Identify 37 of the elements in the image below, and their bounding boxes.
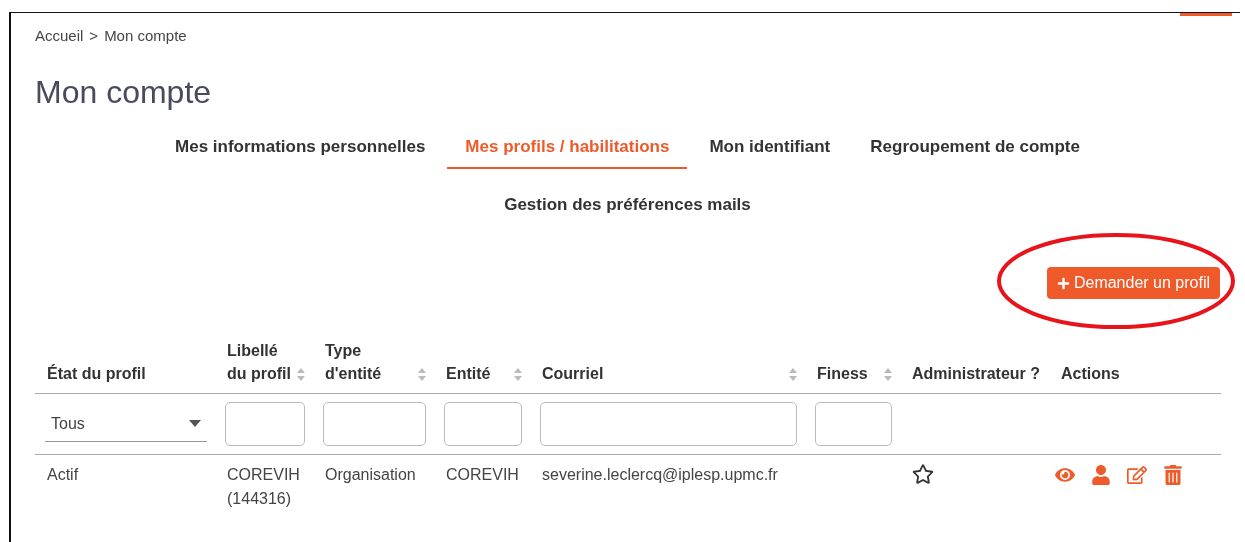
filter-field[interactable] xyxy=(540,402,797,447)
column-header[interactable]: Entité xyxy=(446,362,491,386)
filter-field[interactable] xyxy=(815,402,892,447)
column-header: Administrateur ? xyxy=(912,364,1040,385)
column-header[interactable]: Finess xyxy=(817,362,868,386)
tab[interactable]: Gestion des préférences mails xyxy=(486,187,769,227)
table-cell-text: severine.leclercq@iplesp.upmc.fr xyxy=(541,465,779,486)
edit-icon[interactable] xyxy=(1127,465,1147,486)
breadcrumb-link[interactable]: Accueil xyxy=(35,27,84,44)
user-icon[interactable] xyxy=(1091,465,1111,486)
column-header: État du profil xyxy=(47,363,146,385)
column-header: Actions xyxy=(1061,364,1120,385)
table-cell-text: Organisation xyxy=(324,465,417,486)
sort-icon[interactable] xyxy=(297,368,305,382)
filter-field[interactable] xyxy=(323,402,426,447)
column-header[interactable]: Courriel xyxy=(542,362,604,386)
sort-icon[interactable] xyxy=(418,368,426,382)
tab[interactable]: Mon identifiant xyxy=(691,129,849,169)
status-filter-select[interactable]: Tous xyxy=(45,406,207,442)
filter-field[interactable] xyxy=(444,402,522,447)
breadcrumb-link[interactable]: Mon compte xyxy=(104,27,187,44)
trash-icon[interactable] xyxy=(1163,465,1183,486)
sort-icon[interactable] xyxy=(789,368,797,382)
column-header[interactable]: Type d'entité xyxy=(325,339,418,386)
column-header[interactable]: Libellé du profil xyxy=(227,339,297,386)
page-title: Mon compte xyxy=(35,74,213,111)
table-cell-text: COREVIH (144316) xyxy=(226,465,301,510)
table-cell-text: Actif xyxy=(46,465,80,486)
plus-icon xyxy=(1056,276,1070,290)
sort-icon[interactable] xyxy=(884,368,892,382)
tab[interactable]: Regroupement de compte xyxy=(852,129,1098,169)
table-cell-text: COREVIH xyxy=(445,465,520,486)
breadcrumb-separator: > xyxy=(89,27,99,44)
caret-icon xyxy=(189,420,201,428)
filter-field[interactable] xyxy=(225,402,305,447)
tab[interactable]: Mes informations personnelles xyxy=(157,129,444,169)
sort-icon[interactable] xyxy=(514,368,522,382)
